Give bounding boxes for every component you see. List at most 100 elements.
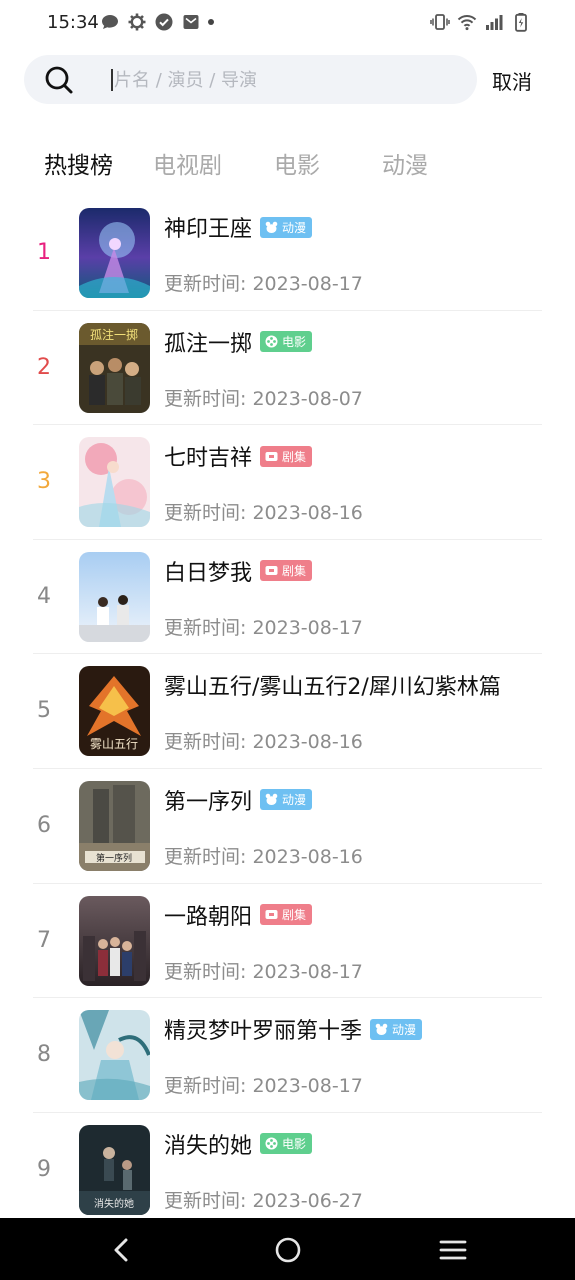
settings-icon xyxy=(127,12,147,32)
list-item[interactable]: 5 雾山五行 雾山五行/雾山五行2/犀川幻紫林篇 更新时间: 2023-08-1… xyxy=(0,654,575,769)
home-icon[interactable] xyxy=(273,1235,303,1265)
poster-thumbnail[interactable]: 孤注一掷 xyxy=(79,322,150,413)
update-time: 更新时间: 2023-08-17 xyxy=(164,957,363,984)
update-time-label: 更新时间: xyxy=(164,1189,247,1212)
search-icon xyxy=(44,65,74,95)
update-time: 更新时间: 2023-08-16 xyxy=(164,498,363,525)
item-title: 精灵梦叶罗丽第十季 xyxy=(164,1019,363,1045)
rank-number: 7 xyxy=(37,927,51,953)
update-time: 更新时间: 2023-08-17 xyxy=(164,269,363,296)
update-time: 更新时间: 2023-08-07 xyxy=(164,384,363,411)
rank-number: 6 xyxy=(37,812,51,838)
vibrate-icon xyxy=(430,12,450,32)
category-badge: 动漫 xyxy=(260,789,313,811)
list-item[interactable]: 7 一路朝阳 剧集 更新时间: 2023-08-17 xyxy=(0,884,575,999)
wifi-icon xyxy=(457,12,477,32)
list-item[interactable]: 3 七时吉祥 剧集 更新时间: 2023-08-16 xyxy=(0,425,575,540)
update-date: 2023-08-17 xyxy=(252,1075,363,1098)
anime-bear-icon xyxy=(264,220,279,235)
status-notification-icons xyxy=(100,12,214,32)
message-icon xyxy=(100,12,120,32)
update-time-label: 更新时间: xyxy=(164,616,247,639)
tv-icon xyxy=(264,449,279,464)
poster-thumbnail[interactable]: 雾山五行 xyxy=(79,666,150,757)
poster-thumbnail[interactable] xyxy=(79,551,150,642)
badge-label: 动漫 xyxy=(282,220,307,235)
rank-number: 2 xyxy=(37,354,51,380)
poster-thumbnail[interactable] xyxy=(79,437,150,528)
update-date: 2023-08-16 xyxy=(252,845,363,868)
hot-search-list: 1 神印王座 动漫 更新时间: 2023-08-17 2 孤注一掷 孤注一掷 电… xyxy=(0,196,575,1228)
list-item[interactable]: 8 精灵梦叶罗丽第十季 动漫 更新时间: 2023-08-17 xyxy=(0,998,575,1113)
tab-hot-search[interactable]: 热搜榜 xyxy=(44,146,113,180)
poster-thumbnail[interactable] xyxy=(79,208,150,298)
menu-icon[interactable] xyxy=(438,1235,468,1265)
anime-bear-icon xyxy=(374,1022,389,1037)
svg-text:雾山五行: 雾山五行 xyxy=(90,737,138,751)
item-title: 雾山五行/雾山五行2/犀川幻紫林篇 xyxy=(164,675,501,701)
category-badge: 剧集 xyxy=(260,904,313,926)
update-time-label: 更新时间: xyxy=(164,502,247,525)
signal-icon xyxy=(484,12,504,32)
badge-label: 电影 xyxy=(282,1137,307,1152)
category-badge: 动漫 xyxy=(260,216,313,238)
category-badge: 电影 xyxy=(260,331,313,353)
svg-text:孤注一掷: 孤注一掷 xyxy=(90,327,138,342)
update-time-label: 更新时间: xyxy=(164,1075,247,1098)
status-bar: 15:34 xyxy=(0,0,575,46)
search-input[interactable] xyxy=(114,64,474,96)
rank-number: 3 xyxy=(37,469,51,495)
cancel-button[interactable]: 取消 xyxy=(492,66,532,95)
item-title: 一路朝阳 xyxy=(164,904,253,930)
badge-label: 电影 xyxy=(282,335,307,350)
category-badge: 电影 xyxy=(260,1133,313,1155)
update-time: 更新时间: 2023-08-16 xyxy=(164,727,363,754)
tab-anime[interactable]: 动漫 xyxy=(382,146,428,180)
update-time: 更新时间: 2023-08-17 xyxy=(164,613,363,640)
tab-tv-series[interactable]: 电视剧 xyxy=(153,146,222,180)
dot-icon xyxy=(208,19,214,25)
app-screen: 15:34 片名 / 演员 / 导演 取消 热搜榜 电视剧 电影 动漫 1 神印… xyxy=(0,0,575,1280)
badge-label: 剧集 xyxy=(282,449,307,464)
back-icon[interactable] xyxy=(107,1235,137,1265)
item-title: 消失的她 xyxy=(164,1133,253,1159)
item-title: 白日梦我 xyxy=(164,560,253,586)
badge-label: 动漫 xyxy=(392,1022,417,1037)
update-date: 2023-06-27 xyxy=(252,1189,363,1212)
category-badge: 动漫 xyxy=(370,1018,423,1040)
anime-bear-icon xyxy=(264,792,279,807)
rank-number: 5 xyxy=(37,698,51,724)
list-item[interactable]: 1 神印王座 动漫 更新时间: 2023-08-17 xyxy=(0,196,575,311)
badge-label: 动漫 xyxy=(282,793,307,808)
tab-movies[interactable]: 电影 xyxy=(274,146,320,180)
update-date: 2023-08-07 xyxy=(252,387,363,410)
badge-label: 剧集 xyxy=(282,908,307,923)
list-item[interactable]: 6 第一序列 第一序列 动漫 更新时间: 2023-08-16 xyxy=(0,769,575,884)
poster-thumbnail[interactable] xyxy=(79,895,150,986)
rank-number: 4 xyxy=(37,583,51,609)
badge-label: 剧集 xyxy=(282,564,307,579)
rank-number: 9 xyxy=(37,1156,51,1182)
list-item[interactable]: 9 消失的她 消失的她 电影 更新时间: 2023-06-27 xyxy=(0,1113,575,1228)
check-circle-icon xyxy=(154,12,174,32)
update-date: 2023-08-17 xyxy=(252,273,363,295)
item-title: 第一序列 xyxy=(164,789,253,815)
search-bar[interactable] xyxy=(24,55,477,104)
tv-icon xyxy=(264,563,279,578)
battery-icon xyxy=(511,12,531,32)
update-time: 更新时间: 2023-08-16 xyxy=(164,842,363,869)
poster-thumbnail[interactable]: 第一序列 xyxy=(79,780,150,871)
rank-number: 8 xyxy=(37,1042,51,1068)
status-time: 15:34 xyxy=(47,12,99,33)
poster-thumbnail[interactable] xyxy=(79,1010,150,1101)
update-time: 更新时间: 2023-06-27 xyxy=(164,1186,363,1213)
update-date: 2023-08-17 xyxy=(252,616,363,639)
poster-thumbnail[interactable]: 消失的她 xyxy=(79,1124,150,1215)
update-date: 2023-08-17 xyxy=(252,960,363,983)
update-time: 更新时间: 2023-08-17 xyxy=(164,1071,363,1098)
update-time-label: 更新时间: xyxy=(164,960,247,983)
list-item[interactable]: 2 孤注一掷 孤注一掷 电影 更新时间: 2023-08-07 xyxy=(0,311,575,426)
svg-text:消失的她: 消失的她 xyxy=(94,1197,134,1210)
update-time-label: 更新时间: xyxy=(164,731,247,754)
list-item[interactable]: 4 白日梦我 剧集 更新时间: 2023-08-17 xyxy=(0,540,575,655)
